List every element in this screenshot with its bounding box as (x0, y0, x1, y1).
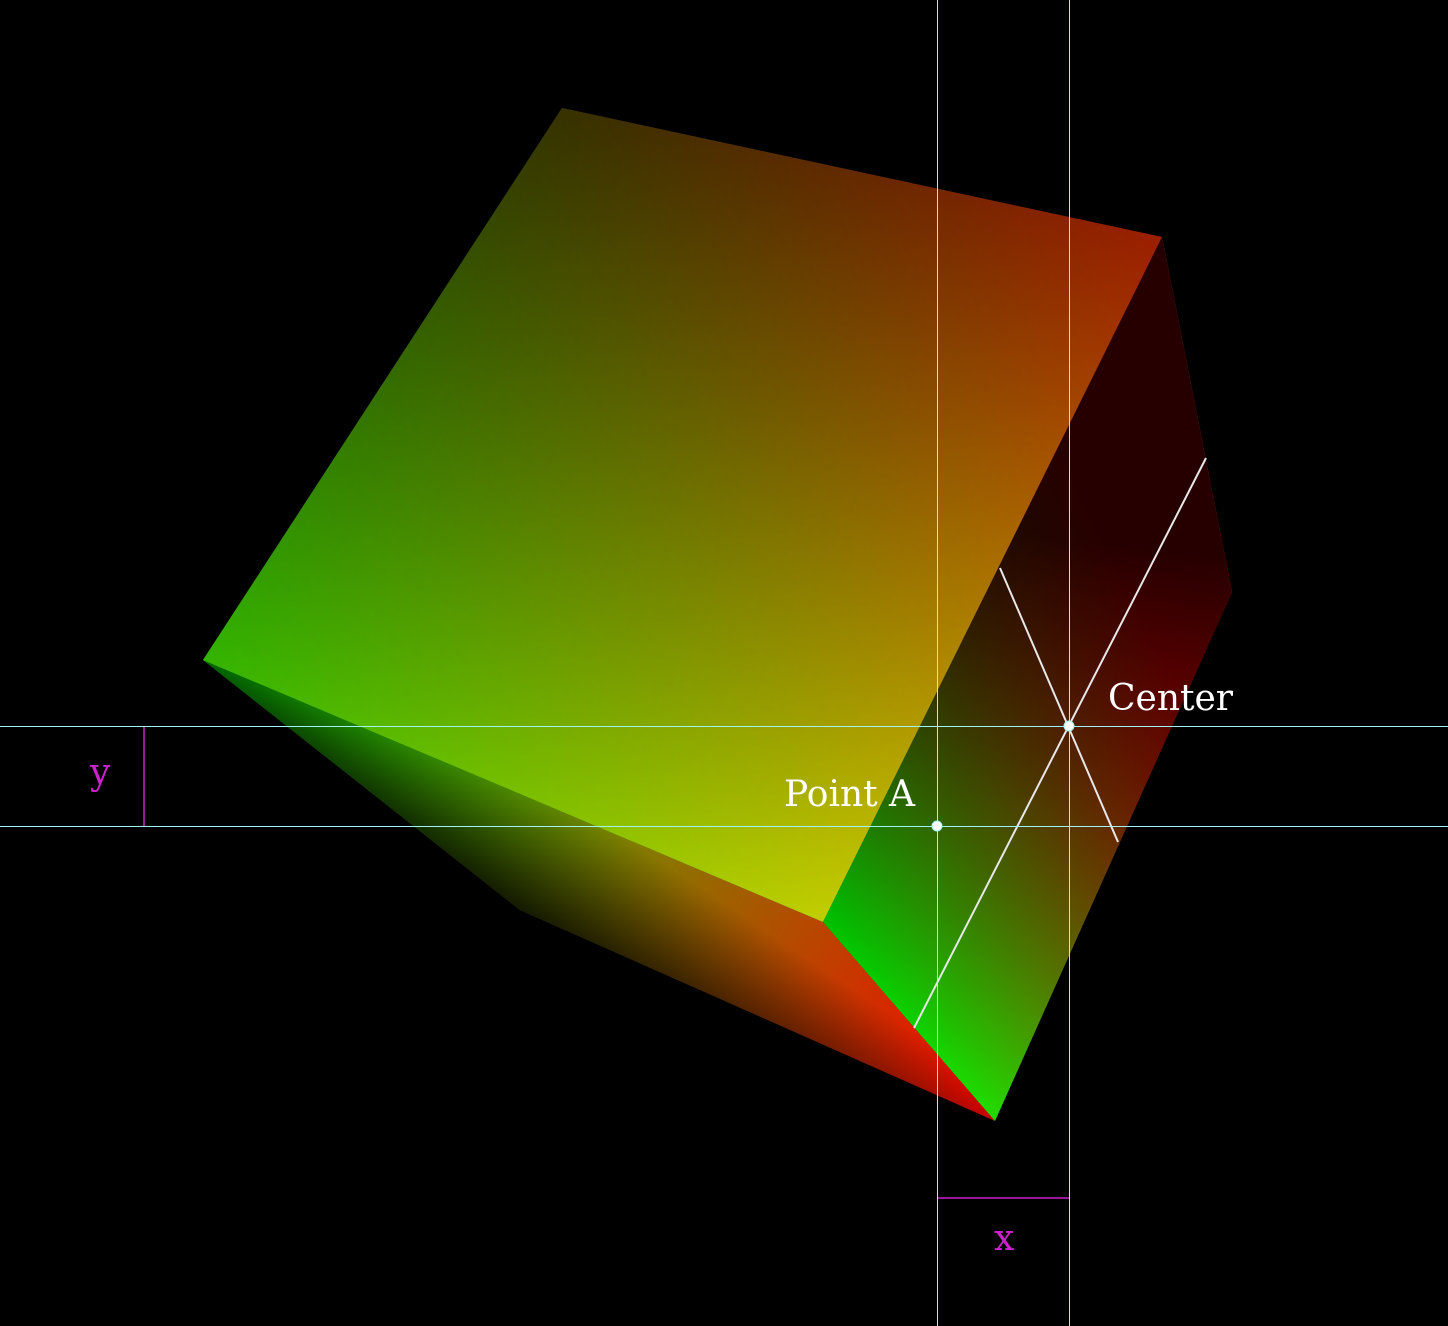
y-label: y (89, 752, 111, 793)
center-label: Center (1108, 678, 1234, 719)
x-label: x (994, 1218, 1014, 1259)
point-a-label: Point A (784, 774, 916, 815)
point-a-dot (931, 820, 943, 832)
center-point (1063, 720, 1075, 732)
cube-diagram: Center Point A y x (0, 0, 1448, 1326)
